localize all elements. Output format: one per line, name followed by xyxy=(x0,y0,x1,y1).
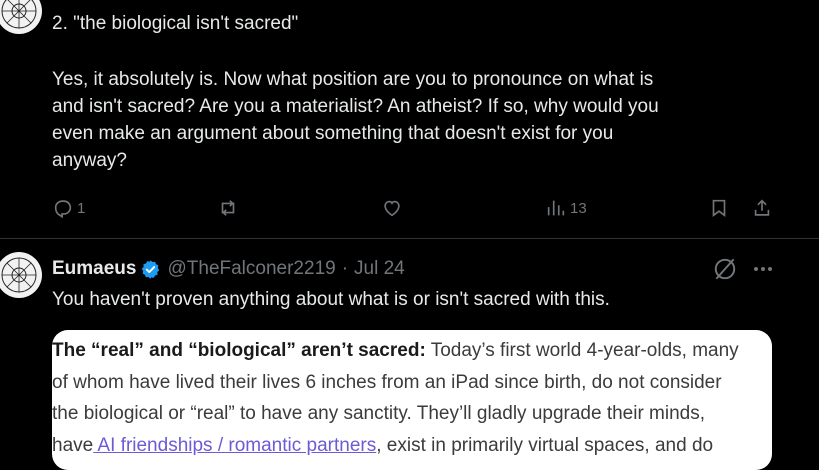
repost-icon xyxy=(221,200,235,216)
verified-icon xyxy=(142,259,160,279)
author-handle[interactable]: @TheFalconer2219 xyxy=(167,258,335,280)
reply-button[interactable]: 1 xyxy=(52,190,85,226)
quoted-line-2: of whom have lived their lives 6 inches … xyxy=(52,371,722,393)
bookmark-icon xyxy=(712,199,726,217)
quoted-text: The “real” and “biological” aren’t sacre… xyxy=(52,335,768,461)
views-button[interactable]: 13 xyxy=(545,190,587,226)
avatar[interactable] xyxy=(0,252,42,298)
more-icon[interactable] xyxy=(751,258,775,280)
post-body: Yes, it absolutely is. Now what position… xyxy=(52,69,659,171)
quoted-line-1: Today’s first world 4-year-olds, many xyxy=(425,340,739,361)
reply-icon xyxy=(54,200,72,219)
like-button[interactable] xyxy=(381,190,403,226)
bookmark-button[interactable] xyxy=(708,190,730,226)
views-icon xyxy=(547,200,565,216)
like-icon xyxy=(384,200,400,217)
post-date[interactable]: Jul 24 xyxy=(354,258,405,280)
quoted-image[interactable]: The “real” and “biological” aren’t sacre… xyxy=(52,330,772,470)
grok-icon[interactable] xyxy=(712,256,738,282)
quoted-line-3: the biological or “real” to have any san… xyxy=(52,403,706,424)
view-count: 13 xyxy=(570,199,587,217)
quoted-line-4-suffix: , exist in primarily virtual spaces, and… xyxy=(376,434,714,456)
author-name[interactable]: Eumaeus xyxy=(52,258,136,280)
share-button[interactable] xyxy=(751,190,773,226)
post-divider xyxy=(0,238,819,239)
quoted-line-4-prefix: have xyxy=(52,434,94,456)
avatar-image xyxy=(1,0,37,29)
quoted-link[interactable]: AI friendships / romantic partners xyxy=(93,435,376,456)
share-icon xyxy=(754,199,770,216)
post-header: Eumaeus @TheFalconer2219 · Jul 24 xyxy=(52,257,405,281)
post-actions: 1 13 xyxy=(0,190,819,226)
quoted-bold-lead: The “real” and “biological” aren’t sacre… xyxy=(52,340,426,361)
avatar[interactable] xyxy=(0,0,42,34)
header-separator: · xyxy=(341,258,349,279)
post-line-heading: 2. "the biological isn't sacred" xyxy=(52,13,299,34)
reply-count: 1 xyxy=(77,199,86,217)
avatar-image xyxy=(1,257,37,293)
repost-button[interactable] xyxy=(217,190,239,226)
post-body: You haven't proven anything about what i… xyxy=(52,289,610,310)
